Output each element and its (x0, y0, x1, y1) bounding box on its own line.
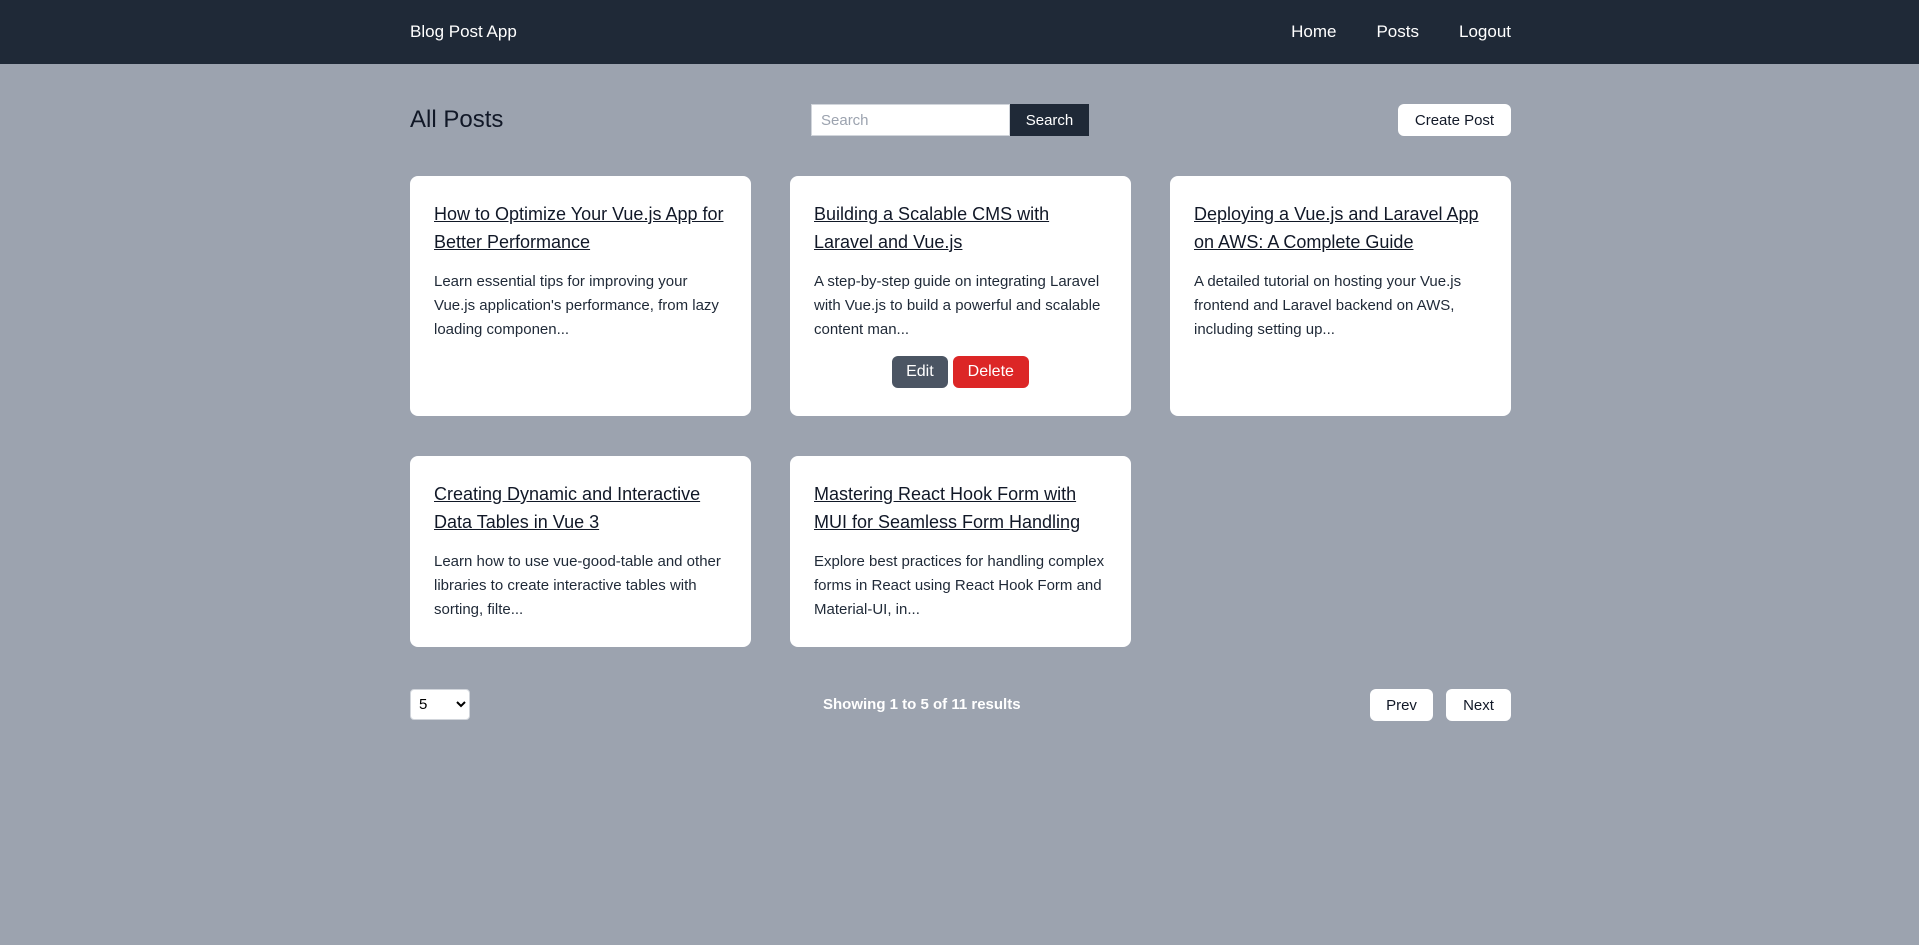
post-card: Mastering React Hook Form with MUI for S… (790, 456, 1131, 647)
nav-link-home[interactable]: Home (1291, 22, 1336, 42)
post-excerpt: Explore best practices for handling comp… (814, 553, 1105, 618)
post-actions: Edit Delete (814, 356, 1107, 388)
brand-link[interactable]: Blog Post App (410, 22, 517, 42)
page-title: All Posts (410, 106, 504, 133)
post-card: How to Optimize Your Vue.js App for Bett… (410, 176, 751, 416)
post-excerpt: Learn essential tips for improving your … (434, 273, 719, 338)
nav-link-logout[interactable]: Logout (1459, 22, 1511, 42)
post-card: Deploying a Vue.js and Laravel App on AW… (1170, 176, 1511, 416)
search-input[interactable] (811, 104, 1010, 136)
post-excerpt: A step-by-step guide on integrating Lara… (814, 273, 1101, 338)
navbar: Blog Post App Home Posts Logout (0, 0, 1919, 64)
results-summary: Showing 1 to 5 of 11 results (823, 696, 1021, 713)
per-page-select[interactable]: 5 (410, 689, 470, 720)
search-box: Search (811, 104, 1089, 136)
next-button[interactable]: Next (1446, 689, 1511, 721)
edit-button[interactable]: Edit (892, 356, 948, 388)
nav-links: Home Posts Logout (1291, 22, 1511, 42)
post-title-link[interactable]: Deploying a Vue.js and Laravel App on AW… (1194, 200, 1487, 256)
post-title-link[interactable]: Creating Dynamic and Interactive Data Ta… (434, 480, 727, 536)
post-title-link[interactable]: Mastering React Hook Form with MUI for S… (814, 480, 1107, 536)
delete-button[interactable]: Delete (952, 356, 1029, 388)
search-button[interactable]: Search (1010, 104, 1089, 136)
post-card: Creating Dynamic and Interactive Data Ta… (410, 456, 751, 647)
post-card: Building a Scalable CMS with Laravel and… (790, 176, 1131, 416)
post-title-link[interactable]: How to Optimize Your Vue.js App for Bett… (434, 200, 727, 256)
post-excerpt: A detailed tutorial on hosting your Vue.… (1194, 273, 1462, 338)
create-post-button[interactable]: Create Post (1398, 104, 1511, 136)
nav-link-posts[interactable]: Posts (1376, 22, 1419, 42)
prev-button[interactable]: Prev (1370, 689, 1433, 721)
post-excerpt: Learn how to use vue-good-table and othe… (434, 553, 721, 618)
post-title-link[interactable]: Building a Scalable CMS with Laravel and… (814, 200, 1107, 256)
